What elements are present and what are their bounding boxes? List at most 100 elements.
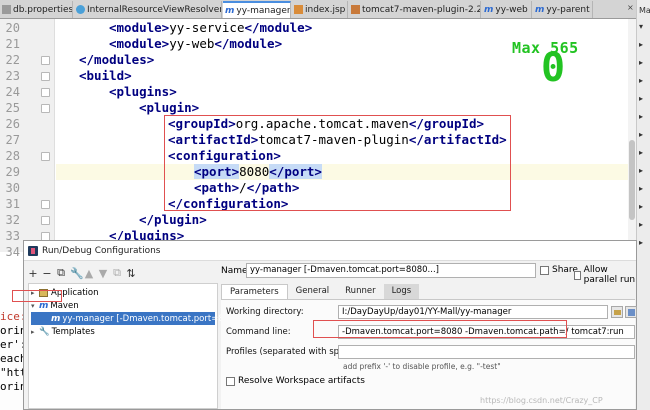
checkbox-box[interactable]: [540, 265, 549, 275]
wrench-icon[interactable]: 🔧: [70, 267, 84, 280]
line-number: 33: [5, 229, 20, 243]
code-line-25: <plugin>: [139, 100, 200, 115]
code-line-32: </plugin>: [139, 212, 207, 227]
checkbox-box[interactable]: [226, 376, 235, 386]
jsp-file-icon: [294, 5, 303, 14]
tab-index-jsp[interactable]: index.jsp×: [292, 1, 348, 18]
line-number: 30: [5, 181, 20, 195]
chevron-right-icon[interactable]: ▸: [639, 202, 643, 211]
move-down-icon[interactable]: ▼: [98, 267, 108, 280]
parameters-pane: Working directory: I:/DayDayUp/day01/YY-…: [221, 299, 637, 409]
maven-icon: m: [484, 4, 494, 15]
chevron-right-icon[interactable]: ▸: [639, 220, 643, 229]
close-icon[interactable]: ×: [530, 5, 531, 14]
maven-projects-label[interactable]: Ma: [639, 6, 650, 15]
tab-general[interactable]: General: [288, 284, 338, 299]
add-icon[interactable]: +: [28, 267, 38, 280]
tab-runner[interactable]: Runner: [337, 284, 383, 299]
tab-tomcat7-maven-plugin-pom[interactable]: tomcat7-maven-plugin-2.2.pom×: [349, 1, 481, 18]
chevron-right-icon[interactable]: ▸: [639, 184, 643, 193]
code-line-24: <plugins>: [109, 84, 177, 99]
java-class-icon: [76, 5, 85, 14]
tab-internal-resource-view-resolver[interactable]: InternalResourceViewResolver.java×: [74, 1, 222, 18]
fold-marker-icon[interactable]: [41, 216, 50, 225]
tab-yy-web[interactable]: m yy-web×: [482, 1, 532, 18]
maven-icon: m: [535, 4, 545, 15]
command-line-highlight-box: [313, 320, 567, 338]
line-number: 23: [5, 69, 20, 83]
maven-icon: m: [39, 300, 49, 311]
wrench-icon: 🔧: [39, 326, 50, 337]
chevron-right-icon[interactable]: ▸: [639, 130, 643, 139]
line-number-gutter: 20 21 22 23 24 25 26 27 28 29 30 31 32 3…: [0, 19, 55, 259]
right-tool-strip: Ma ▾ ▸ ▸ ▸ ▸ ▸ ▸ ▸ ▸ ▸ ▸ ▸ ▸: [636, 0, 650, 410]
copy-icon[interactable]: ⧉: [56, 266, 66, 280]
config-toolbar: + − ⧉ 🔧 ▲ ▼ ⧉ ⇅: [28, 265, 218, 281]
profiles-input[interactable]: [338, 345, 635, 359]
fold-marker-icon[interactable]: [41, 104, 50, 113]
allow-parallel-run-checkbox[interactable]: Allow parallel run: [574, 265, 636, 285]
chevron-right-icon[interactable]: ▸: [639, 58, 643, 67]
name-input[interactable]: yy-manager [-Dmaven.tomcat.port=8080...]: [246, 263, 536, 278]
working-directory-input[interactable]: I:/DayDayUp/day01/YY-Mall/yy-manager: [338, 305, 608, 319]
tab-parameters[interactable]: Parameters: [221, 284, 288, 299]
tab-logs[interactable]: Logs: [383, 284, 420, 299]
background-code-panel: ice: orin er': each "htt orin: [0, 310, 24, 410]
close-icon[interactable]: ×: [347, 5, 348, 14]
working-directory-label: Working directory:: [226, 307, 304, 317]
share-checkbox[interactable]: Share: [540, 265, 578, 275]
fold-marker-icon[interactable]: [41, 56, 50, 65]
folder-icon[interactable]: ⧉: [112, 266, 122, 280]
chevron-right-icon[interactable]: ▸: [639, 148, 643, 157]
line-number: 34: [5, 245, 20, 259]
insert-macro-icon[interactable]: [625, 306, 637, 318]
tab-overflow-close-icon[interactable]: ×: [627, 3, 634, 12]
line-number: 21: [5, 37, 20, 51]
watermark: https://blog.csdn.net/Crazy_CP: [480, 396, 603, 405]
code-line-21: <module>yy-web</module>: [109, 36, 283, 51]
maven-icon: m: [225, 5, 235, 16]
plugin-config-highlight-box: [164, 115, 511, 211]
chevron-right-icon[interactable]: ▸: [639, 166, 643, 175]
editor-tab-bar: db.properties× InternalResourceViewResol…: [0, 0, 650, 19]
resolve-workspace-artifacts-checkbox[interactable]: Resolve Workspace artifacts: [226, 376, 365, 386]
checkbox-box[interactable]: [574, 270, 581, 280]
tab-yy-manager[interactable]: m yy-manager×: [223, 1, 291, 18]
chevron-right-icon[interactable]: ▸: [31, 328, 39, 336]
tab-yy-parent[interactable]: m yy-parent×: [533, 1, 593, 18]
chevron-down-icon[interactable]: ▾: [639, 22, 643, 31]
chevron-right-icon[interactable]: ▸: [639, 112, 643, 121]
move-up-icon[interactable]: ▲: [84, 267, 94, 280]
close-icon[interactable]: ×: [592, 5, 593, 14]
fold-marker-icon[interactable]: [41, 88, 50, 97]
line-number: 28: [5, 149, 20, 163]
line-number: 20: [5, 21, 20, 35]
fold-marker-icon[interactable]: [41, 72, 50, 81]
overlay-value: 0: [541, 45, 566, 91]
code-line-22: </modules>: [79, 52, 155, 67]
chevron-down-icon[interactable]: ▾: [31, 302, 39, 310]
sort-icon[interactable]: ⇅: [126, 267, 136, 280]
tree-item-yy-manager[interactable]: m yy-manager [-Dmaven.tomcat.port=8080..…: [31, 312, 251, 325]
chevron-right-icon[interactable]: ▸: [639, 238, 643, 247]
fold-marker-icon[interactable]: [41, 152, 50, 161]
command-line-label: Command line:: [226, 327, 291, 337]
remove-icon[interactable]: −: [42, 267, 52, 280]
profiles-hint: add prefix '-' to disable profile, e.g. …: [343, 362, 501, 371]
properties-file-icon: [2, 5, 11, 14]
intellij-app-icon: [28, 245, 38, 256]
code-line-23: <build>: [79, 68, 132, 83]
chevron-right-icon[interactable]: ▸: [639, 94, 643, 103]
line-number: 26: [5, 117, 20, 131]
tab-db-properties[interactable]: db.properties×: [0, 1, 73, 18]
editor-scrollbar-thumb[interactable]: [629, 140, 635, 220]
line-number: 22: [5, 53, 20, 67]
tree-item-templates[interactable]: ▸ 🔧 Templates: [31, 325, 95, 338]
line-number: 31: [5, 197, 20, 211]
chevron-right-icon[interactable]: ▸: [639, 40, 643, 49]
chevron-right-icon[interactable]: ▸: [639, 76, 643, 85]
fold-marker-icon[interactable]: [41, 200, 50, 209]
code-line-20: <module>yy-service</module>: [109, 20, 313, 35]
folder-icon[interactable]: [611, 306, 623, 318]
maven-icon: m: [51, 313, 61, 324]
